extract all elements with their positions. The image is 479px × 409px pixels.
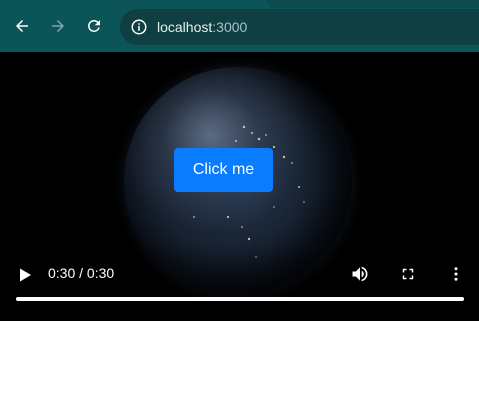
fullscreen-icon: [402, 268, 414, 280]
tab-strip: [0, 0, 479, 8]
progress-fill: [16, 297, 464, 301]
volume-icon: [352, 266, 368, 282]
click-me-button[interactable]: Click me: [174, 148, 273, 192]
url-port: :3000: [212, 19, 248, 35]
play-button[interactable]: [12, 262, 38, 288]
arrow-right-icon: [52, 20, 64, 32]
forward-button[interactable]: [46, 14, 70, 38]
arrow-left-icon: [16, 20, 28, 32]
progress-bar[interactable]: [16, 297, 464, 301]
time-display: 0:30 / 0:30: [48, 265, 115, 281]
volume-button[interactable]: [347, 261, 373, 287]
more-options-icon: [454, 267, 458, 281]
reload-button[interactable]: [82, 14, 106, 38]
reload-icon: [88, 19, 100, 32]
info-icon[interactable]: [130, 18, 148, 36]
url-host: localhost: [157, 19, 213, 35]
back-button[interactable]: [10, 14, 34, 38]
browser-toolbar: localhost:3000: [0, 0, 479, 52]
address-bar[interactable]: localhost:3000: [120, 9, 479, 45]
url-text: localhost:3000: [157, 18, 247, 36]
more-options-button[interactable]: [443, 261, 469, 287]
play-icon: [20, 268, 31, 282]
video-player[interactable]: Click me 0:30 / 0:30: [0, 52, 479, 321]
fullscreen-button[interactable]: [395, 261, 421, 287]
